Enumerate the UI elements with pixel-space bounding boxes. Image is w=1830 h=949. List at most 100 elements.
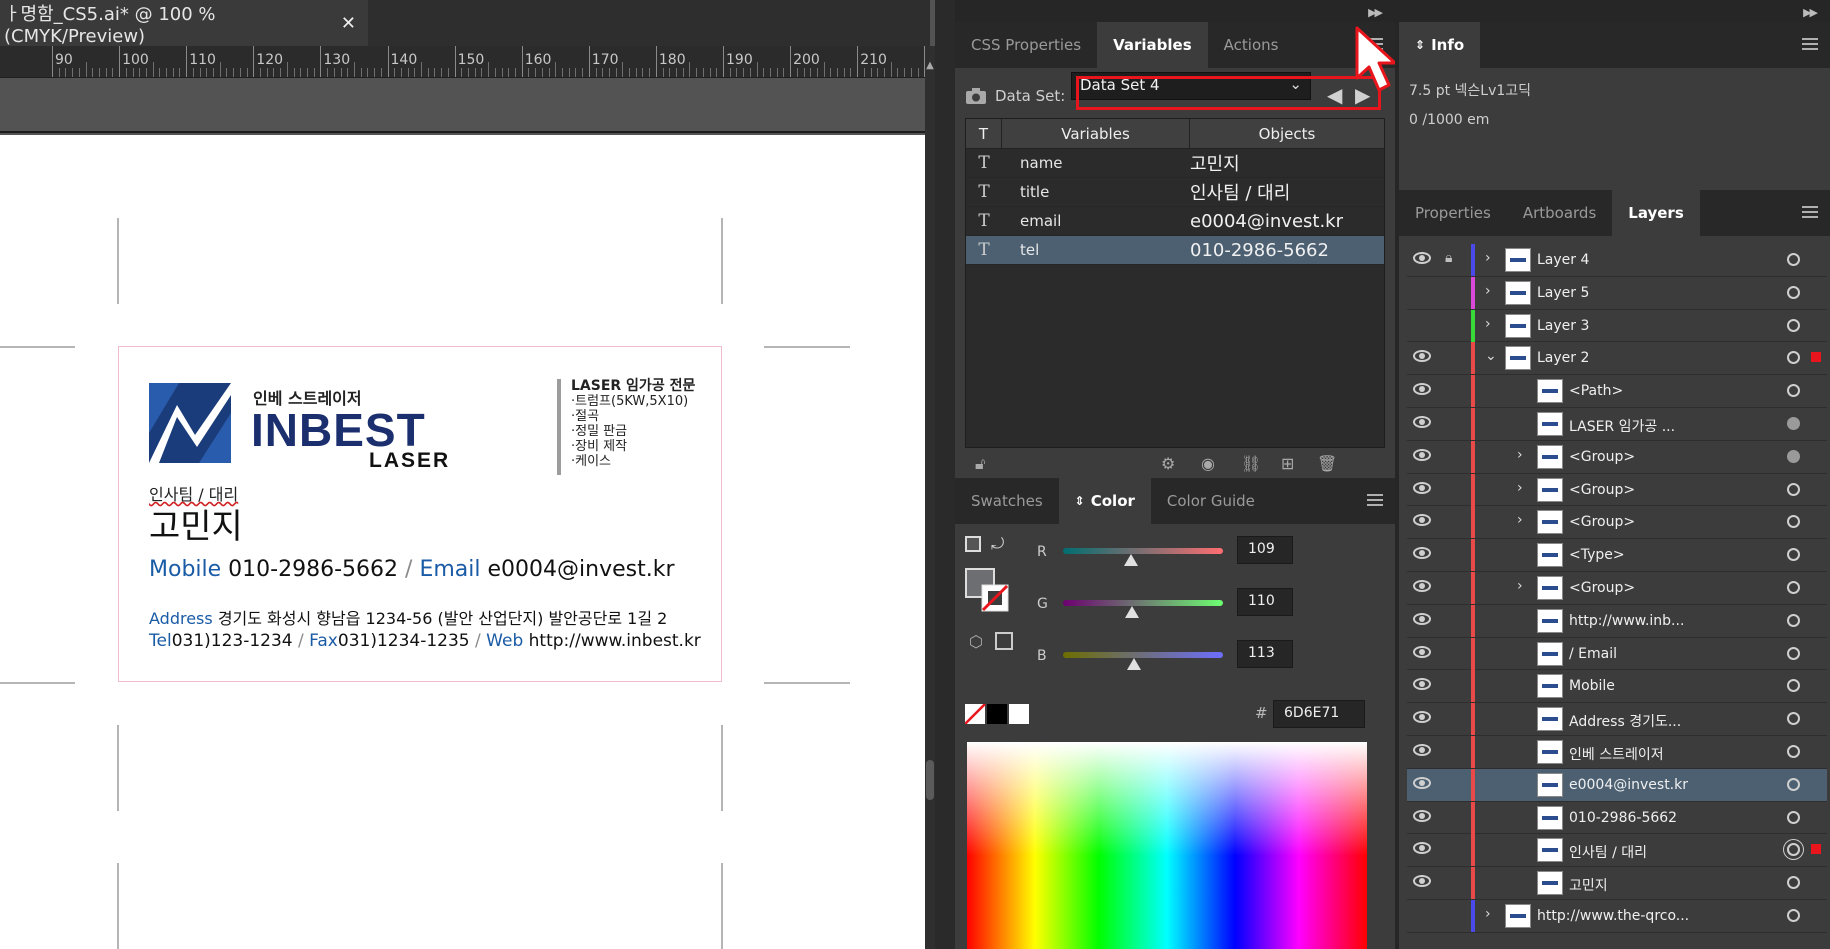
layer-row[interactable]: › <Group> xyxy=(1407,571,1827,605)
layer-row[interactable]: <Path> xyxy=(1407,375,1827,408)
target-icon[interactable] xyxy=(1787,515,1800,529)
column-objects[interactable]: Objects xyxy=(1190,119,1384,148)
layer-row[interactable]: › Layer 5 xyxy=(1407,276,1827,310)
r-slider[interactable] xyxy=(1063,548,1223,554)
camera-icon[interactable] xyxy=(965,87,987,105)
panel-menu-icon[interactable] xyxy=(1802,206,1818,218)
target-icon[interactable] xyxy=(1787,843,1800,857)
hex-input[interactable]: 6D6E71 xyxy=(1273,700,1365,728)
b-slider-thumb[interactable] xyxy=(1126,658,1141,670)
tab-variables[interactable]: Variables xyxy=(1097,22,1208,68)
business-card[interactable]: 인베 스트레이저 INBEST LASER LASER 임가공 전문 ·트럼프(… xyxy=(118,346,722,682)
g-value-input[interactable]: 110 xyxy=(1237,588,1293,616)
chevron-right-icon[interactable]: › xyxy=(1517,512,1523,528)
eye-icon[interactable] xyxy=(1413,252,1431,264)
chevron-right-icon[interactable]: › xyxy=(1485,906,1491,922)
eye-icon[interactable] xyxy=(1413,350,1431,363)
eye-icon[interactable] xyxy=(1413,678,1431,691)
chevron-right-icon[interactable]: › xyxy=(1485,283,1491,299)
tab-color[interactable]: ⇕ Color xyxy=(1058,478,1151,524)
layer-row[interactable]: 🔒︎ › Layer 4 xyxy=(1407,244,1827,277)
layer-row[interactable]: / Email xyxy=(1407,637,1827,671)
eye-icon[interactable] xyxy=(1413,415,1431,428)
eye-icon[interactable] xyxy=(1413,875,1431,888)
collapse-arrows-icon[interactable]: ▶▶ xyxy=(1368,6,1383,19)
layer-row[interactable]: 인베 스트레이저 xyxy=(1407,735,1827,769)
target-icon[interactable] xyxy=(1787,679,1800,693)
eye-icon[interactable] xyxy=(1413,645,1431,658)
target-icon[interactable] xyxy=(1787,810,1800,824)
eye-icon[interactable] xyxy=(1413,383,1431,396)
layer-row[interactable]: › <Group> xyxy=(1407,440,1827,474)
layer-row-selected[interactable]: e0004@invest.kr xyxy=(1407,768,1827,802)
tab-info[interactable]: ⇕ Info xyxy=(1399,22,1481,68)
lock-icon[interactable]: 🔓︎ xyxy=(975,454,985,474)
lock-icon[interactable]: 🔒︎ xyxy=(1445,250,1452,266)
eye-icon[interactable] xyxy=(1413,743,1431,756)
panel-menu-icon[interactable] xyxy=(1802,38,1818,50)
layer-row[interactable]: › Layer 3 xyxy=(1407,309,1827,343)
panel-menu-icon[interactable] xyxy=(1367,494,1383,506)
new-variable-icon[interactable]: ⊞ xyxy=(1281,454,1294,473)
column-variables[interactable]: Variables xyxy=(1002,119,1190,148)
tab-layers[interactable]: Layers xyxy=(1612,190,1700,236)
target-icon[interactable] xyxy=(1787,712,1800,726)
target-icon[interactable] xyxy=(1787,580,1800,594)
tab-artboards[interactable]: Artboards xyxy=(1507,190,1612,236)
horizontal-ruler[interactable]: 901001101201301401501601701801902002102 xyxy=(0,46,925,78)
layer-row[interactable]: http://www.inb... xyxy=(1407,604,1827,638)
selection-indicator[interactable] xyxy=(1811,844,1821,855)
column-type[interactable]: T xyxy=(966,119,1002,148)
target-icon[interactable] xyxy=(1787,253,1800,266)
chevron-down-icon[interactable]: ⌄ xyxy=(1485,348,1497,364)
target-icon[interactable] xyxy=(1787,613,1800,627)
layer-row[interactable]: › <Group> xyxy=(1407,473,1827,507)
chevron-right-icon[interactable]: › xyxy=(1517,447,1523,463)
delete-icon[interactable]: 🗑︎ xyxy=(1317,454,1337,473)
color-spectrum[interactable] xyxy=(967,742,1367,949)
chevron-right-icon[interactable]: › xyxy=(1485,316,1491,332)
layer-row[interactable]: <Type> xyxy=(1407,539,1827,572)
tab-properties[interactable]: Properties xyxy=(1399,190,1507,236)
layer-row[interactable]: › http://www.the-qrco... xyxy=(1407,899,1827,933)
tab-swatches[interactable]: Swatches xyxy=(955,478,1059,524)
b-value-input[interactable]: 113 xyxy=(1237,640,1293,668)
vertical-scrollbar[interactable]: ▲ xyxy=(925,46,935,949)
quick-swatches[interactable] xyxy=(965,704,1029,724)
tab-color-guide[interactable]: Color Guide xyxy=(1151,478,1271,524)
layer-row[interactable]: Address 경기도... xyxy=(1407,703,1827,736)
selection-indicator[interactable] xyxy=(1811,352,1821,363)
target-icon[interactable] xyxy=(1787,482,1800,496)
eye-icon[interactable] xyxy=(1413,514,1431,527)
target-icon[interactable] xyxy=(1787,548,1800,562)
capture-dataset-icon[interactable]: ⚙ xyxy=(1161,454,1175,473)
unbind-variable-icon[interactable]: ⛓ xyxy=(1241,454,1261,473)
variable-row[interactable]: T title 인사팀 / 대리 xyxy=(966,178,1384,207)
scroll-up-icon[interactable]: ▲ xyxy=(925,60,935,71)
g-slider[interactable] xyxy=(1063,600,1223,606)
target-icon[interactable] xyxy=(1787,285,1800,299)
eye-icon[interactable] xyxy=(1413,776,1431,789)
eye-icon[interactable] xyxy=(1413,481,1431,494)
target-icon[interactable] xyxy=(1787,744,1800,758)
layer-row[interactable]: 010-2986-5662 xyxy=(1407,801,1827,835)
variable-row[interactable]: T email e0004@invest.kr xyxy=(966,207,1384,236)
tab-css-properties[interactable]: CSS Properties xyxy=(955,22,1097,68)
target-icon[interactable] xyxy=(1787,384,1800,398)
default-colors-icon[interactable] xyxy=(965,536,981,552)
document-tab[interactable]: ㅏ명함_CS5.ai* @ 100 % (CMYK/Preview) ✕ xyxy=(0,0,368,47)
variable-row[interactable]: T name 고민지 xyxy=(966,149,1384,178)
layer-row[interactable]: LASER 임가공 ... xyxy=(1407,407,1827,441)
stroke-none-icon[interactable] xyxy=(981,584,1009,612)
target-icon[interactable] xyxy=(1787,449,1800,463)
eye-icon[interactable] xyxy=(1413,711,1431,724)
eye-icon[interactable] xyxy=(1413,547,1431,560)
eye-icon[interactable] xyxy=(1413,579,1431,592)
eye-icon[interactable] xyxy=(1413,612,1431,625)
layer-row[interactable]: 고민지 xyxy=(1407,867,1827,900)
close-icon[interactable]: ✕ xyxy=(341,13,356,34)
make-visibility-dynamic-icon[interactable]: ◉ xyxy=(1201,454,1215,473)
eye-icon[interactable] xyxy=(1413,809,1431,822)
tab-actions[interactable]: Actions xyxy=(1208,22,1295,68)
swap-colors-icon[interactable]: ⤾ xyxy=(991,534,1004,554)
